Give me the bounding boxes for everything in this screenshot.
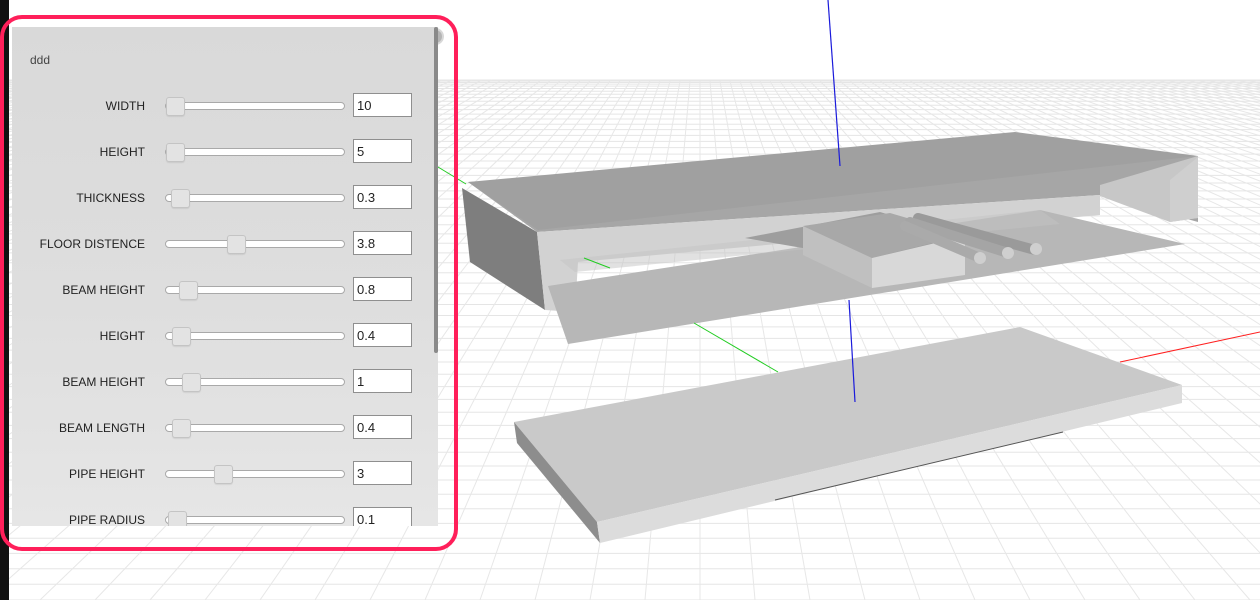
control-row: BEAM HEIGHT [12, 277, 438, 303]
control-value-input[interactable] [353, 461, 412, 485]
control-slider[interactable] [165, 189, 345, 208]
control-row: BEAM HEIGHT [12, 369, 438, 395]
slider-thumb[interactable] [172, 327, 192, 346]
control-value-input[interactable] [353, 415, 412, 439]
control-slider[interactable] [165, 143, 345, 162]
panel-scrollbar[interactable] [434, 27, 438, 353]
control-value-input[interactable] [353, 139, 412, 163]
control-label: HEIGHT [99, 145, 145, 159]
control-row: HEIGHT [12, 323, 438, 349]
control-row: PIPE HEIGHT [12, 461, 438, 487]
control-label: PIPE RADIUS [68, 513, 145, 526]
control-label: BEAM LENGTH [58, 421, 145, 435]
control-label: PIPE HEIGHT [68, 467, 145, 481]
control-label: BEAM HEIGHT [62, 375, 145, 389]
control-slider[interactable] [165, 97, 345, 116]
panel-title: ddd [30, 53, 51, 67]
control-label: FLOOR DISTENCE [39, 237, 145, 251]
control-value-input[interactable] [353, 369, 412, 393]
control-label: WIDTH [105, 99, 145, 113]
control-slider[interactable] [165, 235, 345, 254]
controls-panel-content: ddd WIDTH HEIGHT THICKNESS FLOOR DISTENCE BE… [12, 27, 438, 526]
slider-thumb[interactable] [178, 281, 198, 300]
slider-thumb[interactable] [214, 465, 234, 484]
control-value-input[interactable] [353, 185, 412, 209]
control-slider[interactable] [165, 281, 345, 300]
axis-z-line-lower [693, 322, 779, 373]
control-value-input[interactable] [353, 507, 412, 526]
axis-x-line [1119, 331, 1260, 363]
control-label: BEAM HEIGHT [62, 283, 145, 297]
control-label: THICKNESS [76, 191, 145, 205]
slider-thumb[interactable] [172, 419, 192, 438]
slider-thumb[interactable] [166, 143, 185, 162]
control-value-input[interactable] [353, 93, 412, 117]
slider-thumb[interactable] [227, 235, 247, 254]
control-value-input[interactable] [353, 231, 412, 255]
control-value-input[interactable] [353, 277, 412, 301]
control-row: WIDTH [12, 93, 438, 119]
control-slider[interactable] [165, 373, 345, 392]
control-row: THICKNESS [12, 185, 438, 211]
bottom-slab [514, 327, 1182, 543]
control-slider[interactable] [165, 465, 345, 484]
control-row: FLOOR DISTENCE [12, 231, 438, 257]
control-row: PIPE RADIUS [12, 507, 438, 526]
control-label: HEIGHT [99, 329, 145, 343]
control-slider[interactable] [165, 419, 345, 438]
slider-thumb[interactable] [167, 511, 187, 526]
control-slider[interactable] [165, 327, 345, 346]
slider-thumb[interactable] [170, 189, 190, 208]
slider-thumb[interactable] [182, 373, 202, 392]
control-value-input[interactable] [353, 323, 412, 347]
control-row: BEAM LENGTH [12, 415, 438, 441]
slider-thumb[interactable] [166, 97, 185, 116]
control-row: HEIGHT [12, 139, 438, 165]
control-slider[interactable] [165, 511, 345, 526]
